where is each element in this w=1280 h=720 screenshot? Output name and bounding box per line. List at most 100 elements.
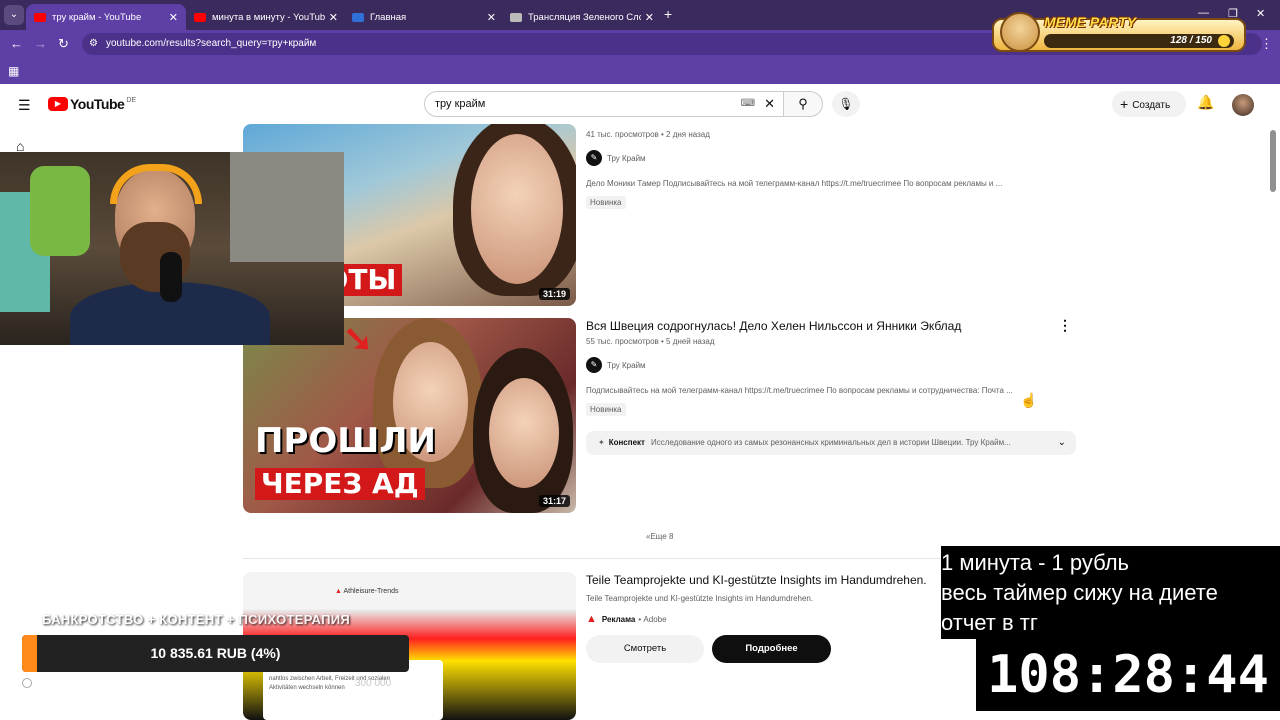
video-description-2: Подписывайтесь на мой телеграмм-канал ht… <box>586 386 1013 395</box>
meme-party-title: MEME PARTY <box>1044 14 1137 30</box>
window-close-icon[interactable]: ✕ <box>1256 7 1265 20</box>
red-arrow-icon: ➘ <box>343 318 374 359</box>
menu-icon[interactable]: ☰ <box>18 97 31 114</box>
new-badge-1: Новинка <box>586 196 626 209</box>
screen: ⌄ тру крайм - YouTube ✕ минута в минуту … <box>0 0 1280 720</box>
sparkle-icon: ✦ <box>598 438 605 447</box>
webcam-bag <box>30 166 90 256</box>
ai-summary-panel[interactable]: ✦ Конспект Исследование одного из самых ре… <box>586 431 1076 455</box>
section-divider <box>243 558 943 559</box>
video-age-1: 2 дня назад <box>666 130 710 139</box>
video-meta-2: 55 тыс. просмотров • 5 дней назад <box>586 337 715 346</box>
tab-search-icon[interactable]: ⌄ <box>4 5 24 25</box>
meme-party-progress: 128 / 150 <box>1044 34 1234 48</box>
site-favicon-icon <box>510 12 522 22</box>
chevron-down-icon[interactable]: ⌄ <box>1058 431 1066 455</box>
keyboard-icon[interactable]: ⌨ <box>741 92 755 116</box>
doge-icon <box>1000 12 1040 52</box>
voice-search-button[interactable]: 🎙 <box>832 91 860 117</box>
thumb-face <box>471 134 563 284</box>
more-actions-icon[interactable]: ⋮ <box>1058 317 1072 334</box>
search-button[interactable]: ⚲ <box>783 91 823 117</box>
video-description-1: Дело Моники Тамер Подписывайтесь на мой … <box>586 179 1003 188</box>
create-label: Создать <box>1132 100 1171 111</box>
ad-sponsor-line: ▲ Реклама • Adobe <box>586 613 667 625</box>
search-value: тру крайм <box>435 98 486 110</box>
ad-title[interactable]: Teile Teamprojekte und KI-gestützte Insi… <box>586 573 927 587</box>
tab-3[interactable]: Главная ✕ <box>344 4 504 30</box>
show-more-label: Еще 8 <box>650 532 674 541</box>
new-tab-icon[interactable]: + <box>664 6 672 22</box>
summary-label: Конспект <box>608 438 645 447</box>
tab-4-title: Трансляция Зеленого Слоника <box>528 11 641 23</box>
channel-name-2: Тру Крайм <box>607 360 646 370</box>
forward-icon[interactable]: → <box>34 36 47 51</box>
close-icon[interactable]: ✕ <box>645 11 654 24</box>
thumb-caption-2a: ПРОШЛИ <box>255 421 436 461</box>
close-icon[interactable]: ✕ <box>487 11 496 24</box>
back-icon[interactable]: ← <box>10 36 23 51</box>
tab-4[interactable]: Трансляция Зеленого Слоника ✕ <box>502 4 662 30</box>
note-line-3: отчет в тг <box>941 610 1038 635</box>
video-duration-1: 31:19 <box>538 288 570 300</box>
show-more-link[interactable]: «Еще 8 <box>646 532 673 541</box>
close-icon[interactable]: ✕ <box>169 11 178 24</box>
reload-icon[interactable]: ↻ <box>58 36 69 52</box>
bookmarks-bar: ▦ <box>0 58 1280 84</box>
tab-2[interactable]: минута в минуту - YouTube ✕ <box>186 4 346 30</box>
create-button[interactable]: + Создать <box>1112 91 1186 117</box>
stream-timer: 108:28:44 <box>976 639 1280 711</box>
ad-thumb-line-3: Aktivitäten wechseln können <box>269 685 345 691</box>
youtube-logo[interactable]: ▶ YouTube DE <box>48 96 136 112</box>
account-avatar[interactable] <box>1232 94 1254 116</box>
site-favicon-icon <box>352 12 364 22</box>
new-badge-2: Новинка <box>586 403 626 416</box>
bank-goal-title: БАНКРОТСТВО + КОНТЕНТ + ПСИХОТЕРАПИЯ <box>42 612 351 627</box>
mic-icon: 🎙 <box>838 97 854 111</box>
youtube-header: ☰ ▶ YouTube DE тру крайм ⌨ ✕ ⚲ 🎙 + Создат… <box>0 84 1280 124</box>
channel-avatar-icon: ✎ <box>586 150 602 166</box>
close-icon[interactable]: ✕ <box>329 11 338 24</box>
learn-more-button[interactable]: Подробнее <box>712 635 831 663</box>
bank-goal-bar: 10 835.61 RUB (4%) <box>22 635 409 672</box>
hand-cursor-icon: ☝ <box>1020 392 1038 408</box>
site-info-icon[interactable]: ⚙ <box>89 33 98 55</box>
webcam-overlay <box>0 152 344 345</box>
youtube-favicon-icon <box>34 12 46 22</box>
video-title-2[interactable]: Вся Швеция содрогнулась! Дело Хелен Ниль… <box>586 319 961 333</box>
webcam-shelf <box>230 152 344 262</box>
apps-grid-icon[interactable]: ▦ <box>8 64 19 78</box>
tab-1[interactable]: тру крайм - YouTube ✕ <box>26 4 186 30</box>
video-thumbnail-2[interactable]: ➘ ПРОШЛИ ЧЕРЕЗ АД 31:17 <box>243 318 576 513</box>
youtube-favicon-icon <box>194 12 206 22</box>
bank-goal-target: 300 000 <box>355 678 392 689</box>
search-input[interactable]: тру крайм ⌨ ✕ <box>424 91 784 117</box>
clear-search-icon[interactable]: ✕ <box>764 92 775 116</box>
watch-button[interactable]: Смотреть <box>586 635 704 663</box>
note-line-1: 1 минута - 1 рубль <box>941 550 1130 575</box>
url-text: youtube.com/results?search_query=тру+кра… <box>106 38 317 49</box>
meme-party-widget: MEME PARTY 128 / 150 <box>992 12 1246 52</box>
page-scrollbar[interactable] <box>1270 130 1276 192</box>
channel-link-1[interactable]: ✎ Тру Крайм <box>586 150 646 166</box>
ad-thumb-line-2: nahtlos zwischen Arbeit, Freizeit und so… <box>269 676 391 682</box>
notifications-bell-icon[interactable]: 🔔 <box>1197 94 1214 111</box>
headphones-icon <box>110 164 202 204</box>
ad-thumb-brand: ▲ Athleisure-Trends <box>335 588 399 595</box>
stream-note: 1 минута - 1 рубль весь таймер сижу на д… <box>941 546 1280 639</box>
summary-text: Исследование одного из самых резонансных… <box>650 438 1011 447</box>
tab-1-title: тру крайм - YouTube <box>52 11 142 23</box>
video-views-1: 41 тыс. просмотров <box>586 130 659 139</box>
bank-goal-amount: 10 835.61 RUB (4%) <box>150 645 281 661</box>
channel-avatar-icon: ✎ <box>586 357 602 373</box>
channel-name-1: Тру Крайм <box>607 153 646 163</box>
logo-text: YouTube <box>70 96 125 112</box>
channel-link-2[interactable]: ✎ Тру Крайм <box>586 357 646 373</box>
adobe-logo-icon: ▲ <box>586 613 597 625</box>
play-icon: ▶ <box>48 97 68 111</box>
thumb-face <box>489 378 559 488</box>
region-code: DE <box>126 96 137 104</box>
video-meta-1: 41 тыс. просмотров • 2 дня назад <box>586 130 710 139</box>
note-line-2: весь таймер сижу на диете <box>941 580 1218 605</box>
browser-menu-icon[interactable]: ⋮ <box>1260 36 1273 52</box>
